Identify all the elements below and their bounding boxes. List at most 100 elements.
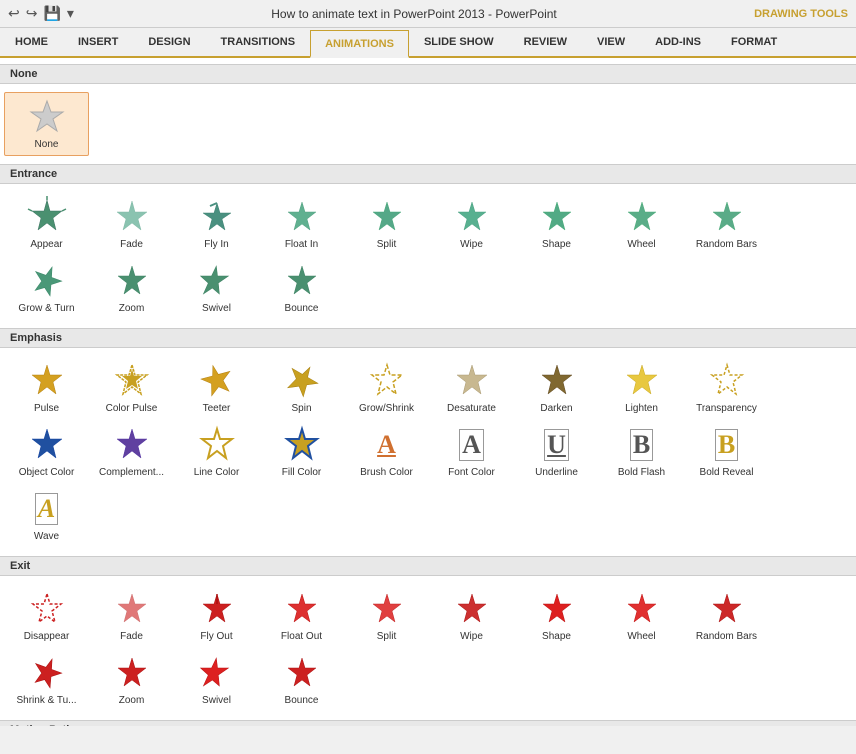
disappear-icon (27, 589, 67, 629)
window-title: How to animate text in PowerPoint 2013 -… (74, 7, 754, 21)
complement-label: Complement... (99, 467, 164, 479)
anim-wheel[interactable]: Wheel (599, 192, 684, 256)
tab-slideshow[interactable]: SLIDE SHOW (409, 28, 509, 56)
tab-design[interactable]: DESIGN (133, 28, 205, 56)
fade-exit-icon (112, 589, 152, 629)
linecolor-icon (197, 425, 237, 465)
anim-bounce-entrance[interactable]: Bounce (259, 256, 344, 320)
growshrink-icon (367, 361, 407, 401)
anim-floatout[interactable]: Float Out (259, 584, 344, 648)
anim-boldflash[interactable]: B Bold Flash (599, 420, 684, 484)
anim-randombars-exit[interactable]: Random Bars (684, 584, 769, 648)
anim-split[interactable]: Split (344, 192, 429, 256)
tab-view[interactable]: VIEW (582, 28, 640, 56)
bounce-entrance-label: Bounce (285, 303, 319, 315)
anim-brushcolor[interactable]: A Brush Color (344, 420, 429, 484)
anim-fade-exit[interactable]: Fade (89, 584, 174, 648)
pulse-icon (27, 361, 67, 401)
anim-zoom-exit[interactable]: Zoom (89, 648, 174, 712)
anim-lighten[interactable]: Lighten (599, 356, 684, 420)
anim-objectcolor[interactable]: Object Color (4, 420, 89, 484)
anim-fillcolor[interactable]: Fill Color (259, 420, 344, 484)
entrance-grid: Appear Fade Fly In (0, 184, 856, 328)
tab-insert[interactable]: INSERT (63, 28, 133, 56)
wheel-exit-icon (622, 589, 662, 629)
anim-desaturate[interactable]: Desaturate (429, 356, 514, 420)
swivel-exit-icon (197, 653, 237, 693)
wave-label: Wave (34, 531, 59, 543)
anim-bounce-exit[interactable]: Bounce (259, 648, 344, 712)
tab-review[interactable]: REVIEW (509, 28, 582, 56)
anim-complement[interactable]: Complement... (89, 420, 174, 484)
zoom-exit-icon (112, 653, 152, 693)
anim-colorpulse[interactable]: Color Pulse (89, 356, 174, 420)
underline-label: Underline (535, 467, 578, 479)
anim-linecolor[interactable]: Line Color (174, 420, 259, 484)
tab-animations[interactable]: ANIMATIONS (310, 30, 409, 58)
boldreveal-icon: B (707, 425, 747, 465)
more-icon[interactable]: ▾ (67, 5, 74, 22)
boldflash-icon: B (622, 425, 662, 465)
none-grid: None (0, 84, 856, 164)
anim-flyout[interactable]: Fly Out (174, 584, 259, 648)
ribbon-tabs: HOME INSERT DESIGN TRANSITIONS ANIMATION… (0, 28, 856, 58)
anim-shape[interactable]: Shape (514, 192, 599, 256)
anim-underline[interactable]: U Underline (514, 420, 599, 484)
randombars-exit-icon (707, 589, 747, 629)
anim-spin[interactable]: Spin (259, 356, 344, 420)
anim-shape-exit[interactable]: Shape (514, 584, 599, 648)
anim-swivel-entrance[interactable]: Swivel (174, 256, 259, 320)
anim-teeter[interactable]: Teeter (174, 356, 259, 420)
floatin-icon (282, 197, 322, 237)
fade-icon (112, 197, 152, 237)
anim-none[interactable]: None (4, 92, 89, 156)
animation-panel: None None Entrance Appear (0, 58, 856, 726)
randombars-label: Random Bars (696, 239, 757, 251)
anim-swivel-exit[interactable]: Swivel (174, 648, 259, 712)
anim-split-exit[interactable]: Split (344, 584, 429, 648)
anim-transparency[interactable]: Transparency (684, 356, 769, 420)
anim-growshrink[interactable]: Grow/Shrink (344, 356, 429, 420)
brushcolor-icon: A (367, 425, 407, 465)
anim-randombars[interactable]: Random Bars (684, 192, 769, 256)
anim-growturn[interactable]: Grow & Turn (4, 256, 89, 320)
redo-icon[interactable]: ↪ (26, 5, 38, 22)
anim-shrinkturn[interactable]: Shrink & Tu... (4, 648, 89, 712)
anim-fade[interactable]: Fade (89, 192, 174, 256)
spin-icon (282, 361, 322, 401)
wave-icon: A (27, 489, 67, 529)
flyout-icon (197, 589, 237, 629)
tab-transitions[interactable]: TRANSITIONS (206, 28, 311, 56)
anim-floatin[interactable]: Float In (259, 192, 344, 256)
fade-label: Fade (120, 239, 143, 251)
anim-appear[interactable]: Appear (4, 192, 89, 256)
lighten-label: Lighten (625, 403, 658, 415)
zoom-entrance-icon (112, 261, 152, 301)
anim-disappear[interactable]: Disappear (4, 584, 89, 648)
tab-home[interactable]: HOME (0, 28, 63, 56)
boldflash-label: Bold Flash (618, 467, 665, 479)
anim-fontcolor[interactable]: A Font Color (429, 420, 514, 484)
tab-format[interactable]: FORMAT (716, 28, 792, 56)
anim-darken[interactable]: Darken (514, 356, 599, 420)
objectcolor-label: Object Color (19, 467, 75, 479)
fade-exit-label: Fade (120, 631, 143, 643)
complement-icon (112, 425, 152, 465)
fontcolor-icon: A (452, 425, 492, 465)
anim-flyin[interactable]: Fly In (174, 192, 259, 256)
desaturate-icon (452, 361, 492, 401)
shrinkturn-label: Shrink & Tu... (16, 695, 76, 707)
anim-wipe-exit[interactable]: Wipe (429, 584, 514, 648)
save-icon[interactable]: 💾 (43, 5, 60, 22)
wipe-icon (452, 197, 492, 237)
anim-pulse[interactable]: Pulse (4, 356, 89, 420)
back-icon[interactable]: ↩ (8, 5, 20, 22)
anim-boldreveal[interactable]: B Bold Reveal (684, 420, 769, 484)
anim-wipe[interactable]: Wipe (429, 192, 514, 256)
anim-wave[interactable]: A Wave (4, 484, 89, 548)
anim-wheel-exit[interactable]: Wheel (599, 584, 684, 648)
tab-addins[interactable]: ADD-INS (640, 28, 716, 56)
growturn-label: Grow & Turn (18, 303, 74, 315)
anim-zoom-entrance[interactable]: Zoom (89, 256, 174, 320)
shape-exit-label: Shape (542, 631, 571, 643)
